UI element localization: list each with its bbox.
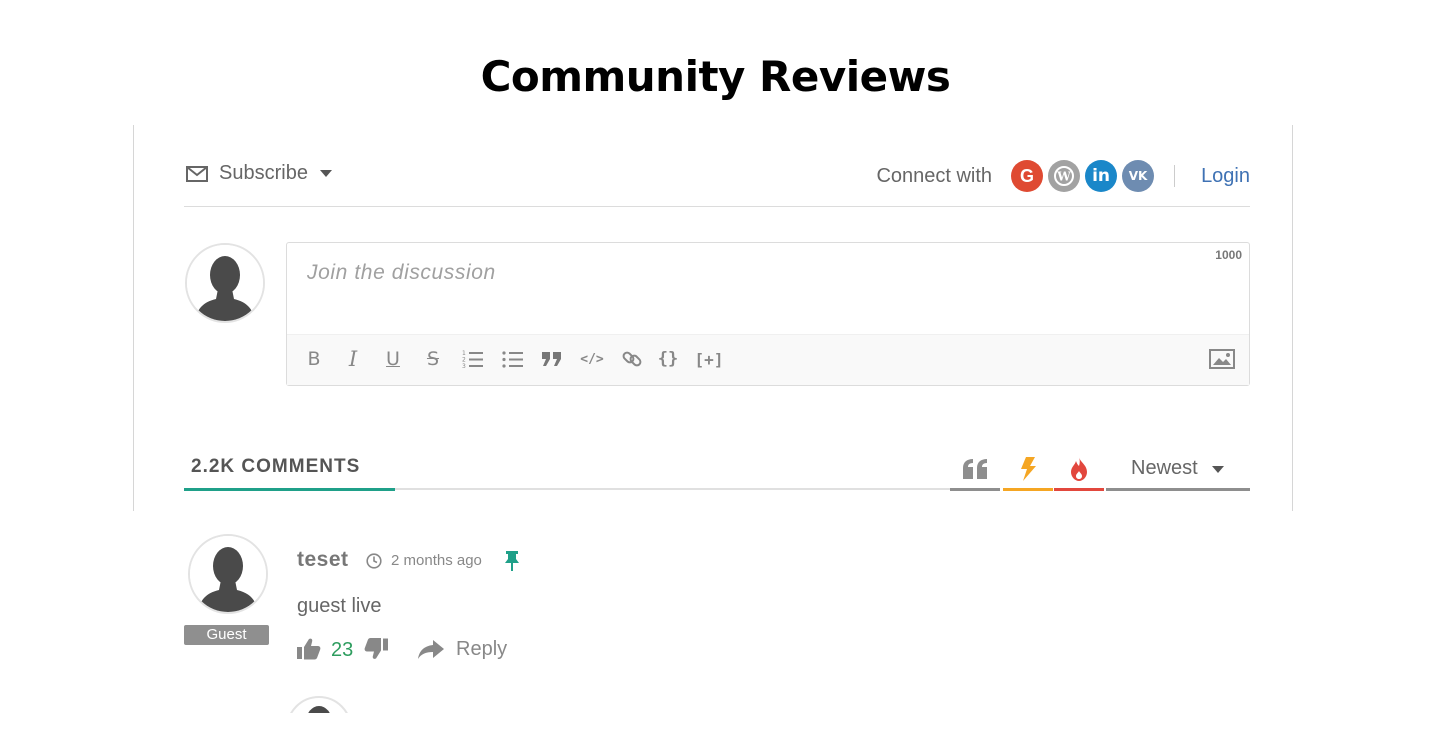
avatar (185, 243, 265, 323)
vk-icon[interactable]: VK (1122, 160, 1155, 192)
google-icon[interactable]: G (1011, 160, 1044, 192)
user-silhouette-icon (190, 536, 266, 612)
comment-timestamp[interactable]: 2 months ago (366, 552, 482, 569)
sort-dropdown[interactable]: Newest (1106, 450, 1250, 491)
pin-icon (505, 551, 519, 571)
sort-most-quoted[interactable] (950, 450, 1000, 491)
source-code-icon[interactable]: {} (655, 346, 681, 372)
comment-editor[interactable]: Join the discussion 1000 B I U S 1 2 3 <… (286, 242, 1250, 386)
page-title: Community Reviews (480, 52, 951, 101)
mail-icon (186, 165, 208, 182)
frame-right-border (1292, 125, 1293, 511)
wordpress-icon[interactable]: W (1048, 160, 1081, 192)
login-link[interactable]: Login (1201, 165, 1250, 188)
spoiler-icon[interactable]: [+] (692, 346, 726, 372)
unordered-list-icon[interactable] (500, 346, 526, 372)
divider (1174, 165, 1176, 187)
comments-baseline (395, 488, 950, 490)
underline-icon[interactable]: U (380, 346, 406, 372)
connect-with: Connect with G W in VK Login (876, 160, 1250, 192)
comment-author[interactable]: teset (297, 548, 349, 572)
thumbs-up-icon[interactable] (297, 638, 321, 660)
subscribe-label: Subscribe (219, 162, 308, 184)
comments-bar: 2.2K COMMENTS Newest (184, 450, 1250, 491)
subscribe-button[interactable]: Subscribe (186, 162, 332, 185)
comments-count: 2.2K COMMENTS (191, 456, 361, 477)
sort-most-reacted[interactable] (1054, 450, 1104, 491)
quote-icon (963, 459, 987, 479)
comment-time-label: 2 months ago (391, 552, 482, 569)
sort-hottest[interactable] (1003, 450, 1053, 491)
image-icon[interactable] (1209, 346, 1235, 372)
thumbs-down-icon[interactable] (364, 638, 388, 660)
connect-label: Connect with (876, 164, 993, 187)
reply-button[interactable]: Reply (418, 638, 507, 661)
editor-toolbar: B I U S 1 2 3 </> {} [+] (287, 334, 1249, 385)
bolt-icon (1021, 457, 1036, 481)
vote-count: 23 (331, 639, 354, 661)
comments-tab-underline (184, 488, 395, 491)
strikethrough-icon[interactable]: S (420, 346, 446, 372)
svg-text:3: 3 (462, 363, 466, 369)
user-silhouette-icon (290, 696, 348, 713)
code-icon[interactable]: </> (579, 346, 605, 372)
fire-icon (1071, 457, 1087, 481)
avatar (188, 534, 268, 614)
clock-icon (366, 552, 382, 569)
italic-icon[interactable]: I (340, 346, 366, 372)
ordered-list-icon[interactable]: 1 2 3 (460, 346, 486, 372)
bold-icon[interactable]: B (301, 346, 327, 372)
sort-selected: Newest (1131, 457, 1198, 479)
guest-badge: Guest (184, 625, 269, 645)
comment-input[interactable]: Join the discussion (307, 261, 496, 285)
frame-left-border (133, 125, 134, 511)
user-silhouette-icon (187, 245, 263, 321)
blockquote-icon[interactable] (539, 346, 565, 372)
svg-text:W: W (1056, 170, 1071, 184)
link-icon[interactable] (619, 346, 645, 372)
char-counter: 1000 (1215, 248, 1242, 262)
linkedin-icon[interactable]: in (1085, 160, 1118, 192)
reply-arrow-icon (418, 639, 444, 659)
comments-header: Subscribe Connect with G W in VK Login (184, 150, 1250, 207)
avatar (286, 696, 352, 713)
comment-text: guest live (297, 595, 382, 617)
chevron-down-icon (319, 170, 332, 177)
reply-label: Reply (456, 638, 508, 660)
chevron-down-icon (1212, 466, 1224, 473)
